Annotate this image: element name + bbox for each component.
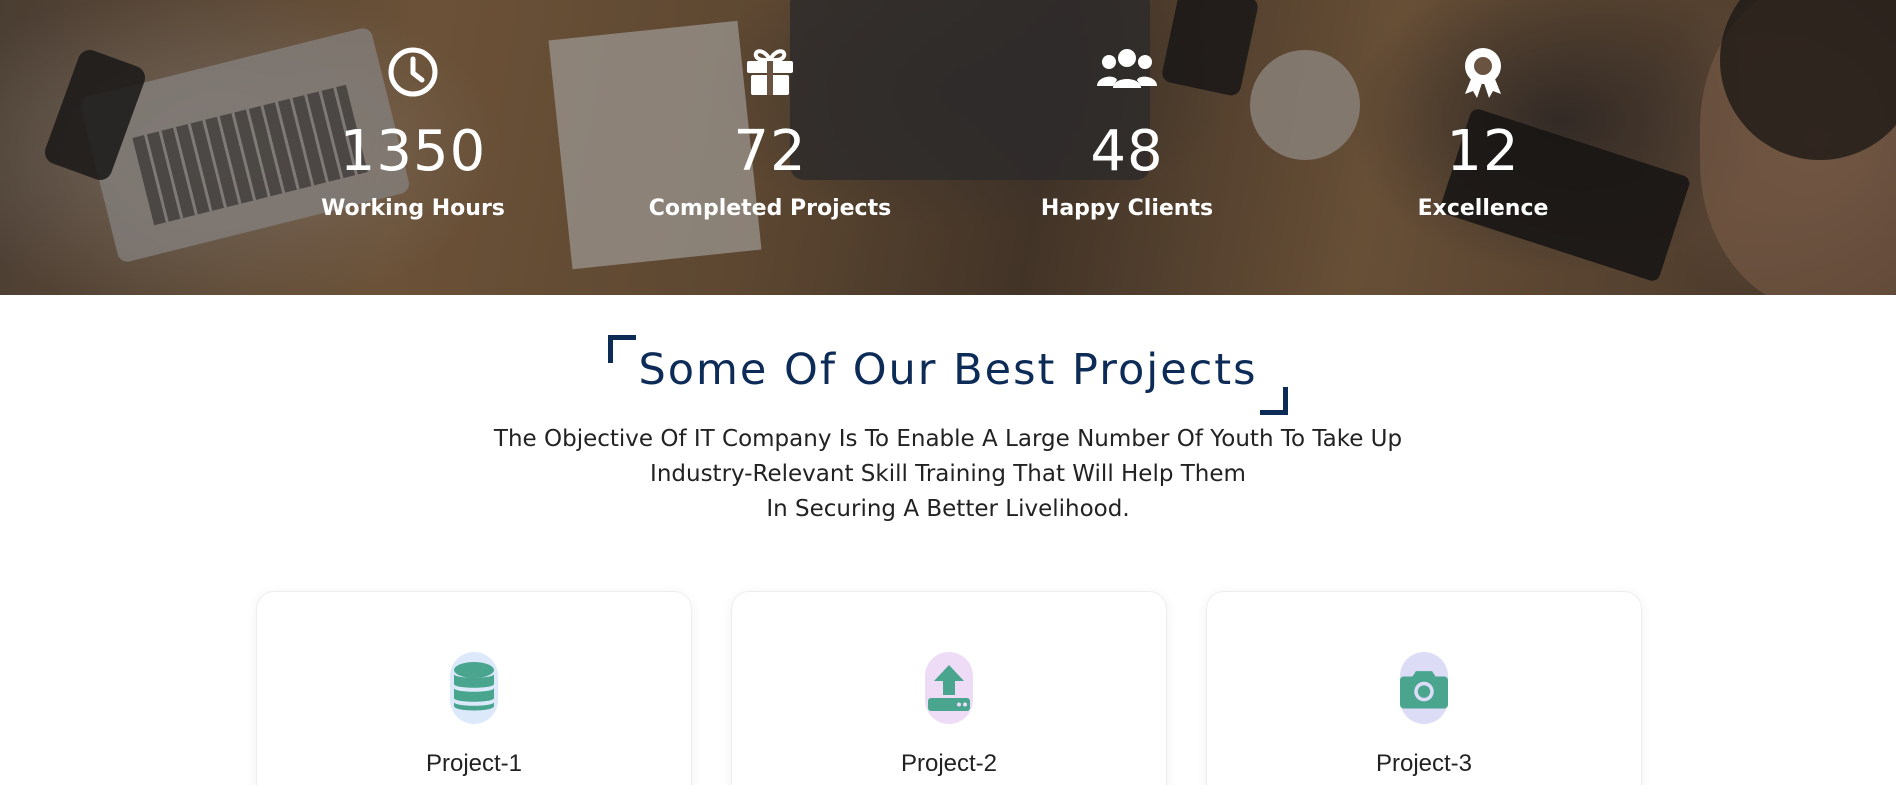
project-badge — [925, 652, 973, 724]
section-description: The Objective Of IT Company Is To Enable… — [0, 422, 1896, 527]
stats-row: 1350 Working Hours 72 Completed Projects — [0, 0, 1896, 295]
stat-number: 12 — [1446, 119, 1520, 184]
project-card-2[interactable]: Project-2 — [731, 591, 1167, 785]
project-badge — [450, 652, 498, 724]
section-title: Some Of Our Best Projects — [638, 345, 1258, 395]
stat-number: 1350 — [339, 119, 487, 184]
description-line: The Objective Of IT Company Is To Enable… — [493, 426, 1403, 452]
stat-number: 72 — [733, 119, 807, 184]
project-cards: Project-1 Project-2 Project-3 — [256, 591, 1642, 785]
stat-happy-clients: 48 Happy Clients — [977, 44, 1277, 222]
description-line: In Securing A Better Livelihood. — [766, 496, 1130, 522]
project-title: Project-2 — [900, 750, 998, 777]
gift-icon — [747, 49, 793, 95]
section-heading: Some Of Our Best Projects — [608, 335, 1288, 415]
project-badge — [1400, 652, 1448, 724]
project-card-1[interactable]: Project-1 — [256, 591, 692, 785]
stat-completed-projects: 72 Completed Projects — [620, 44, 920, 222]
stat-number: 48 — [1090, 119, 1164, 184]
section-heading-wrap: Some Of Our Best Projects — [0, 335, 1896, 415]
description-line: Industry-Relevant Skill Training That Wi… — [650, 461, 1246, 487]
clock-icon — [388, 47, 438, 97]
stat-label: Working Hours — [321, 196, 505, 221]
heading-bracket-bottom-right — [1259, 387, 1288, 415]
stats-banner: 1350 Working Hours 72 Completed Projects — [0, 0, 1896, 295]
projects-section: Some Of Our Best Projects The Objective … — [0, 295, 1896, 785]
database-icon — [454, 662, 494, 711]
upload-drive-icon — [928, 665, 970, 711]
camera-icon — [1400, 671, 1448, 709]
project-title: Project-3 — [1375, 750, 1473, 777]
stat-label: Happy Clients — [1040, 196, 1214, 221]
heading-bracket-top-left — [608, 335, 637, 363]
stat-excellence: 12 Excellence — [1333, 44, 1633, 222]
stat-working-hours: 1350 Working Hours — [263, 44, 563, 222]
award-icon — [1465, 48, 1501, 98]
stat-label: Completed Projects — [648, 196, 892, 221]
users-icon — [1097, 49, 1157, 88]
project-card-3[interactable]: Project-3 — [1206, 591, 1642, 785]
stat-label: Excellence — [1417, 196, 1549, 221]
project-title: Project-1 — [425, 750, 523, 777]
